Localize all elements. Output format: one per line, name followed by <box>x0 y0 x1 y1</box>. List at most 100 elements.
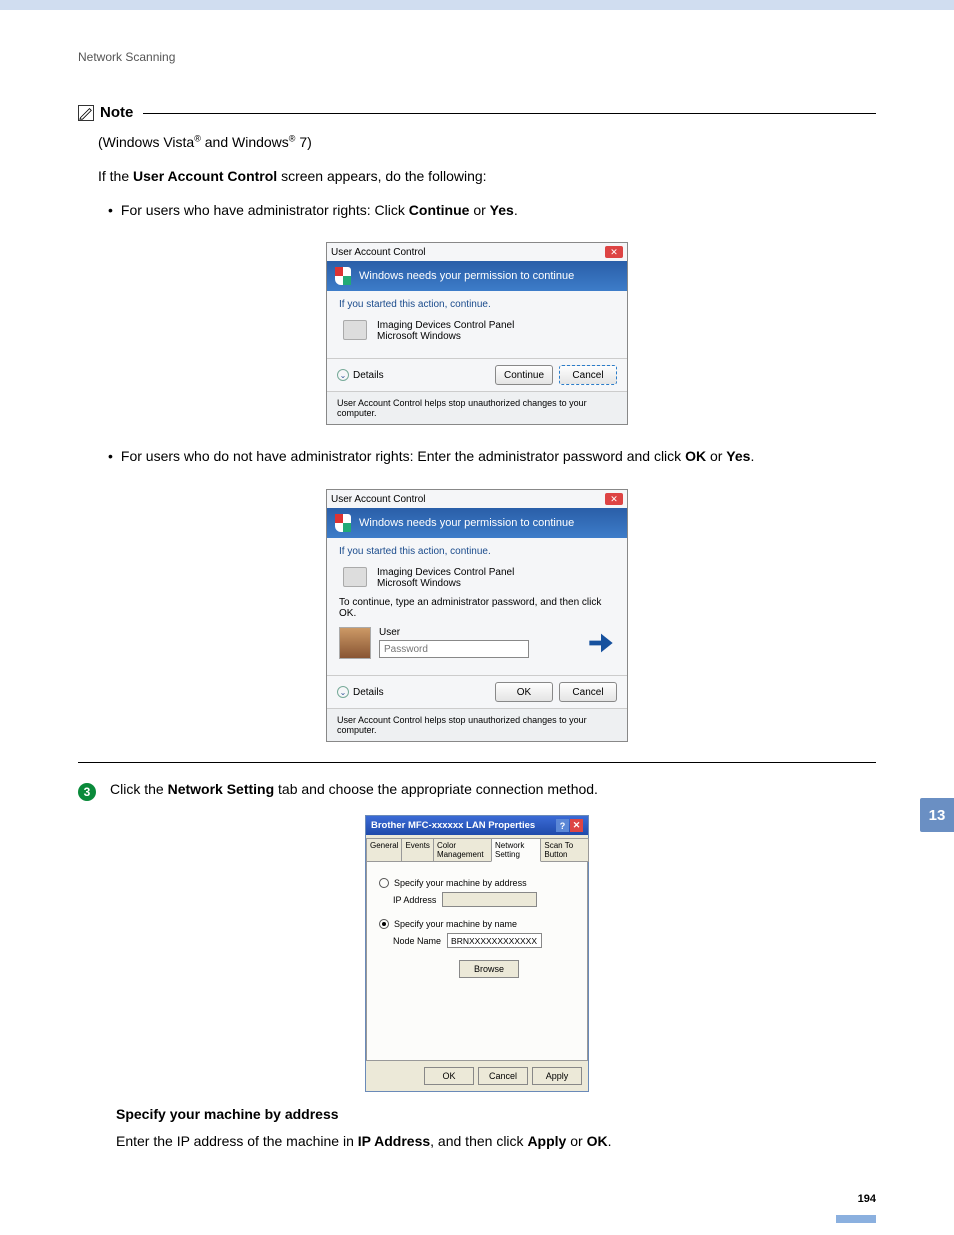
ip-label: IP Address <box>393 895 436 905</box>
bold: Yes <box>490 202 514 218</box>
uac-banner: Windows needs your permission to continu… <box>327 261 627 291</box>
user-label: User <box>379 627 573 638</box>
details-label: Details <box>353 370 384 381</box>
program-publisher: Microsoft Windows <box>377 331 514 342</box>
bold: OK <box>685 448 706 464</box>
node-name-row: Node Name <box>393 933 575 948</box>
step-3-row: 3 Click the Network Setting tab and choo… <box>78 781 876 801</box>
uac-started-text: If you started this action, continue. <box>339 299 615 310</box>
ip-address-row: IP Address <box>393 892 575 907</box>
bold: IP Address <box>358 1133 430 1149</box>
radio-by-address-row[interactable]: Specify your machine by address <box>379 878 575 888</box>
uac-started-text: If you started this action, continue. <box>339 546 615 557</box>
radio-by-name-row[interactable]: Specify your machine by name <box>379 919 575 929</box>
bullet-1: • For users who have administrator right… <box>108 199 876 223</box>
details-label: Details <box>353 687 384 698</box>
step-3-text: Click the Network Setting tab and choose… <box>110 781 598 797</box>
uac-title: User Account Control <box>331 494 426 505</box>
radio-by-address-label: Specify your machine by address <box>394 878 527 888</box>
note-label: Note <box>100 104 133 121</box>
properties-footer: OK Cancel Apply <box>366 1061 588 1091</box>
uac-intro: If the User Account Control screen appea… <box>98 165 876 189</box>
avatar <box>339 627 371 659</box>
cancel-button[interactable]: Cancel <box>559 682 617 702</box>
bold: Network Setting <box>168 781 275 797</box>
password-input[interactable] <box>379 640 529 658</box>
ok-button[interactable]: OK <box>495 682 553 702</box>
node-label: Node Name <box>393 936 441 946</box>
reg-mark: ® <box>194 133 201 143</box>
ok-button[interactable]: OK <box>424 1067 474 1085</box>
bullet-1-text: For users who have administrator rights:… <box>121 199 518 223</box>
arrow-right-icon <box>587 629 615 657</box>
t: or <box>566 1133 586 1149</box>
uac-title: User Account Control <box>331 247 426 258</box>
cancel-button[interactable]: Cancel <box>478 1067 528 1085</box>
bullet-dot: • <box>108 199 113 223</box>
step-number: 3 <box>78 783 96 801</box>
bold: OK <box>587 1133 608 1149</box>
t: tab and choose the appropriate connectio… <box>274 781 598 797</box>
close-icon[interactable]: ✕ <box>570 819 583 832</box>
t: or <box>469 202 489 218</box>
t: 7) <box>295 134 311 150</box>
radio-checked-icon <box>379 919 389 929</box>
uac-program-row: Imaging Devices Control Panel Microsoft … <box>339 563 615 597</box>
close-icon[interactable]: ✕ <box>605 246 623 258</box>
top-border <box>0 0 954 10</box>
t: and Windows <box>201 134 289 150</box>
tab-panel: Specify your machine by address IP Addre… <box>366 861 588 1061</box>
t: If the <box>98 168 133 184</box>
radio-by-name-label: Specify your machine by name <box>394 919 517 929</box>
close-icon[interactable]: ✕ <box>605 493 623 505</box>
page-number: 194 <box>0 1153 954 1215</box>
t: . <box>608 1133 612 1149</box>
uac-user-row: User <box>339 627 615 659</box>
program-publisher: Microsoft Windows <box>377 578 514 589</box>
page-corner-accent <box>836 1215 876 1223</box>
tab-events[interactable]: Events <box>401 838 433 862</box>
chevron-down-icon: ⌄ <box>337 369 349 381</box>
uac-dialog-admin: User Account Control ✕ Windows needs you… <box>326 242 628 425</box>
page-header: Network Scanning <box>78 50 876 64</box>
uac-banner: Windows needs your permission to continu… <box>327 508 627 538</box>
details-toggle[interactable]: ⌄ Details <box>337 686 384 698</box>
uac-titlebar: User Account Control ✕ <box>327 243 627 261</box>
uac-help-text: User Account Control helps stop unauthor… <box>327 391 627 424</box>
uac-dialog-nonadmin: User Account Control ✕ Windows needs you… <box>326 489 628 742</box>
uac-banner-text: Windows needs your permission to continu… <box>359 517 574 529</box>
bullet-2-text: For users who do not have administrator … <box>121 445 754 469</box>
shield-icon <box>335 267 351 285</box>
tab-strip: General Events Color Management Network … <box>366 835 588 862</box>
uac-continue-text: To continue, type an administrator passw… <box>339 597 615 619</box>
program-name: Imaging Devices Control Panel <box>377 320 514 331</box>
node-name-input[interactable] <box>447 933 542 948</box>
continue-button[interactable]: Continue <box>495 365 553 385</box>
note-heading-row: Note <box>78 104 876 121</box>
apply-button[interactable]: Apply <box>532 1067 582 1085</box>
tab-network-setting[interactable]: Network Setting <box>491 838 541 862</box>
chapter-tab: 13 <box>920 798 954 832</box>
ip-address-input[interactable] <box>442 892 537 907</box>
t: (Windows Vista <box>98 134 194 150</box>
t: Enter the IP address of the machine in <box>116 1133 358 1149</box>
properties-dialog: Brother MFC-xxxxxx LAN Properties ? ✕ Ge… <box>365 815 589 1092</box>
chevron-down-icon: ⌄ <box>337 686 349 698</box>
cancel-button[interactable]: Cancel <box>559 365 617 385</box>
tab-scan-to-button[interactable]: Scan To Button <box>540 838 589 862</box>
browse-button[interactable]: Browse <box>459 960 519 978</box>
t: Click the <box>110 781 168 797</box>
tab-color-management[interactable]: Color Management <box>433 838 492 862</box>
help-icon[interactable]: ? <box>556 819 569 832</box>
bullet-2: • For users who do not have administrato… <box>108 445 876 469</box>
t: . <box>514 202 518 218</box>
uac-help-text: User Account Control helps stop unauthor… <box>327 708 627 741</box>
properties-title-text: Brother MFC-xxxxxx LAN Properties <box>371 820 535 831</box>
divider <box>78 762 876 763</box>
program-name: Imaging Devices Control Panel <box>377 567 514 578</box>
properties-titlebar: Brother MFC-xxxxxx LAN Properties ? ✕ <box>366 816 588 835</box>
details-toggle[interactable]: ⌄ Details <box>337 369 384 381</box>
note-rule <box>143 113 876 114</box>
uac-banner-text: Windows needs your permission to continu… <box>359 270 574 282</box>
tab-general[interactable]: General <box>366 838 402 862</box>
